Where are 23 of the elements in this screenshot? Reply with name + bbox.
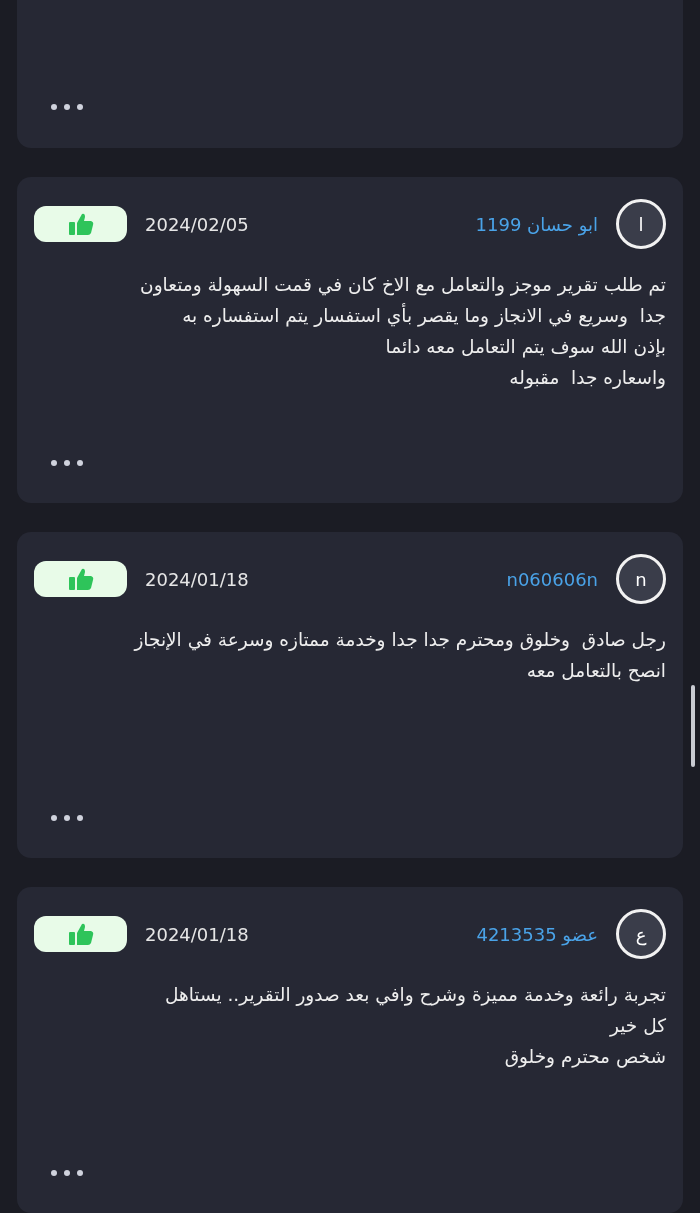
thumbs-up-icon — [67, 211, 94, 237]
review-date: 2024/02/05 — [145, 213, 249, 235]
review-text: رجل صادق وخلوق ومحترم جدا جدا وخدمة ممتازه وسرعة في الإنجاز انصح بالتعامل معه — [132, 628, 666, 684]
thumbs-up-icon — [67, 566, 94, 592]
author-name[interactable]: ابو حسان 1199 — [475, 213, 598, 235]
more-icon[interactable] — [50, 459, 84, 467]
author-name[interactable]: n060606n — [506, 568, 598, 590]
thumbs-up-icon — [67, 921, 94, 947]
review-date: 2024/01/18 — [145, 923, 249, 945]
review-date: 2024/01/18 — [145, 568, 249, 590]
avatar: ع — [616, 909, 666, 959]
review-text: تجربة رائعة وخدمة مميزة وشرح وافي بعد صدور التقرير.. يستاهل كل خير شخص محترم وخلوق — [163, 983, 666, 1070]
review-text: تم طلب تقرير موجز والتعامل مع الاخ كان في قمت السهولة ومتعاون جدا وسريع في الانجاز وما يقصر بأي استفسار يتم استفساره به بإذن الله سوف يتم التعامل معه دائما واسعاره جدا مقبوله — [139, 273, 666, 391]
avatar: n — [616, 554, 666, 604]
more-icon[interactable] — [50, 1169, 84, 1177]
like-button[interactable] — [34, 561, 127, 597]
author-name[interactable]: عضو 4213535 — [476, 923, 598, 945]
more-icon[interactable] — [50, 814, 84, 822]
avatar: ا — [616, 199, 666, 249]
more-icon[interactable] — [50, 103, 84, 111]
like-button[interactable] — [34, 916, 127, 952]
like-button[interactable] — [34, 206, 127, 242]
scrollbar[interactable] — [691, 685, 695, 767]
